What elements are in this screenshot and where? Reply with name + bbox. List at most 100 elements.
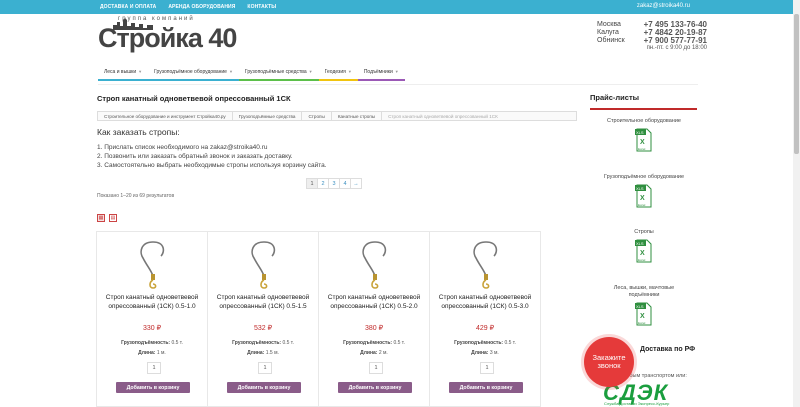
rope-sling-image[interactable] [355,238,395,290]
product-name[interactable]: Строп канатный одноветвевой опрессованны… [432,293,538,311]
svg-text:Excel: Excel [638,147,646,151]
excel-file-icon[interactable]: XLS X Excel [635,302,653,326]
add-to-cart-button[interactable]: Добавить в корзину [338,382,412,393]
price-list-label: Грузоподъёмное оборудование [603,174,685,180]
svg-text:XLS: XLS [636,130,644,135]
main-nav: Леса и вышки ▼ Грузоподъёмное оборудовани… [98,67,405,81]
product-price: 532 ₽ [253,325,273,332]
svg-text:X: X [640,313,645,320]
rope-sling-image[interactable] [244,238,284,290]
breadcrumb-item[interactable]: Грузоподъёмные средства [233,112,303,120]
price-list-item[interactable]: Леса, вышки, мачтовые подъёмники XLS X E… [590,285,698,326]
rope-sling-image[interactable] [466,238,506,290]
scrollbar-thumb[interactable] [794,14,799,154]
price-list-label: Стропы [634,229,654,235]
product-card[interactable]: Строп канатный одноветвевой опрессованны… [96,231,208,407]
page-title: Строп канатный одноветвевой опрессованны… [97,94,291,103]
breadcrumb-item[interactable]: Канатные стропы [332,112,383,120]
site-header: группа компаний Стройка 40 Москва +7 495… [0,14,800,66]
top-link-contacts[interactable]: КОНТАКТЫ [247,4,276,10]
svg-text:X: X [640,195,645,202]
quantity-input[interactable]: 1 [147,362,161,374]
product-card[interactable]: Строп канатный одноветвевой опрессованны… [429,231,541,407]
product-price: 380 ₽ [364,325,384,332]
capacity-value: 0.5 т. [282,340,294,346]
price-list-item[interactable]: Стропы XLS X Excel [590,229,698,263]
logo-tagline: группа компаний [118,16,195,22]
list-view-icon[interactable]: ▤ [109,214,117,222]
cdek-tagline: Служба Доставки Экспресс-Курьер [604,401,670,406]
quantity-input[interactable]: 1 [480,362,494,374]
chevron-down-icon: ▼ [394,69,399,74]
delivery-title: Доставка по РФ [640,346,696,353]
price-list-item[interactable]: Строительное оборудование XLS X Excel [590,118,698,152]
breadcrumb-item[interactable]: Строительное оборудование и инструмент С… [98,112,233,120]
product-length: Длина: 1 м. [97,350,207,356]
price-list-item[interactable]: Грузоподъёмное оборудование XLS X Excel [590,174,698,208]
top-bar: ДОСТАВКА И ОПЛАТА АРЕНДА ОБОРУДОВАНИЯ КО… [0,0,800,14]
nav-item-lifts[interactable]: Подъёмники ▼ [357,67,405,81]
site-logo[interactable]: Стройка 40 [98,23,237,54]
add-to-cart-button[interactable]: Добавить в корзину [227,382,301,393]
add-to-cart-button[interactable]: Добавить в корзину [449,382,523,393]
product-card[interactable]: Строп канатный одноветвевой опрессованны… [207,231,319,407]
contact-city: Москва [597,20,621,28]
delivery-subtitle: любым транспортом или: [622,373,687,379]
callback-request-button[interactable]: Закажите звонок [584,337,634,387]
page-next-arrow-icon[interactable]: → [350,178,362,189]
nav-item-lifting-means[interactable]: Грузоподъёмные средства ▼ [238,67,319,81]
capacity-value: 0.5 т. [393,340,405,346]
nav-item-scaffolding[interactable]: Леса и вышки ▼ [98,67,149,81]
order-step: 1. Прислать список необходимого на zakaz… [97,144,268,151]
breadcrumb: Строительное оборудование и инструмент С… [97,111,577,121]
product-length: Длина: 1.5 м. [208,350,318,356]
contact-phone[interactable]: +7 900 577-77-91 [644,36,707,45]
rope-sling-image[interactable] [133,238,173,290]
contact-city: Калуга [597,28,619,36]
svg-text:Excel: Excel [638,203,646,207]
capacity-label: Грузоподъёмность: [454,340,504,346]
product-card[interactable]: Строп канатный одноветвевой опрессованны… [318,231,430,407]
top-link-rent[interactable]: АРЕНДА ОБОРУДОВАНИЯ [168,4,235,10]
nav-item-lifting-equipment[interactable]: Грузоподъёмное оборудование ▼ [148,67,239,81]
product-capacity: Грузоподъёмность: 0.5 т. [208,340,318,346]
quantity-input[interactable]: 1 [369,362,383,374]
contacts-block: Москва +7 495 133-76-40 Калуга +7 4842 2… [597,20,707,52]
sidebar-title-rule [590,108,697,110]
price-list-label: Строительное оборудование [607,118,681,124]
excel-file-icon[interactable]: XLS X Excel [635,239,653,263]
nav-label: Грузоподъёмное оборудование [154,69,227,75]
breadcrumb-item[interactable]: Стропы [302,112,332,120]
contact-row: Обнинск +7 900 577-77-91 [597,36,707,45]
length-value: 1.5 м. [265,350,279,356]
svg-text:X: X [640,250,645,257]
order-steps: 1. Прислать список необходимого на zakaz… [97,143,327,170]
capacity-label: Грузоподъёмность: [232,340,282,346]
product-capacity: Грузоподъёмность: 0.5 т. [430,340,540,346]
svg-text:XLS: XLS [636,304,644,309]
length-value: 2 м. [378,350,388,356]
nav-label: Подъёмники [363,69,393,75]
page-scrollbar[interactable] [793,0,800,407]
view-toggle: ▦ ▤ [97,214,117,222]
excel-file-icon[interactable]: XLS X Excel [635,128,653,152]
product-name[interactable]: Строп канатный одноветвевой опрессованны… [99,293,205,311]
product-name[interactable]: Строп канатный одноветвевой опрессованны… [321,293,427,311]
top-email-link[interactable]: zakaz@stroika40.ru [637,3,690,9]
order-step: 3. Самостоятельно выбрать необходимые ст… [97,162,327,169]
product-name[interactable]: Строп канатный одноветвевой опрессованны… [210,293,316,311]
quantity-input[interactable]: 1 [258,362,272,374]
capacity-value: 0.5 т. [504,340,516,346]
nav-item-geodesy[interactable]: Геодезия ▼ [318,67,359,81]
chevron-down-icon: ▼ [347,69,352,74]
nav-label: Грузоподъёмные средства [244,69,307,75]
grid-view-icon[interactable]: ▦ [97,214,105,222]
add-to-cart-button[interactable]: Добавить в корзину [116,382,190,393]
excel-file-icon[interactable]: XLS X Excel [635,184,653,208]
results-count: Показано 1–20 из 69 результатов [97,193,175,199]
chevron-down-icon: ▼ [308,69,313,74]
capacity-label: Грузоподъёмность: [343,340,393,346]
price-lists-sidebar: Прайс-листы [590,88,698,110]
chevron-down-icon: ▼ [228,69,233,74]
top-link-delivery[interactable]: ДОСТАВКА И ОПЛАТА [100,4,156,10]
